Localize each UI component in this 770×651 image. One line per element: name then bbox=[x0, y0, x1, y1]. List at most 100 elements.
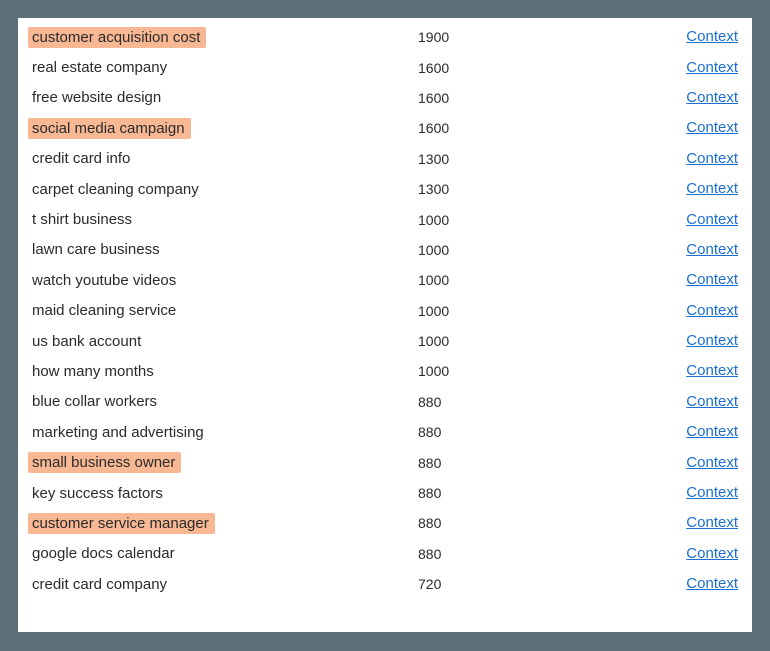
context-link[interactable]: Context bbox=[686, 332, 738, 349]
term-cell: us bank account bbox=[28, 331, 418, 352]
term-cell: lawn care business bbox=[28, 239, 418, 260]
context-cell: Context bbox=[538, 454, 738, 472]
context-link[interactable]: Context bbox=[686, 180, 738, 197]
count-cell: 880 bbox=[418, 485, 538, 501]
table-row: customer service manager880Context bbox=[18, 508, 752, 538]
count-cell: 1300 bbox=[418, 151, 538, 167]
context-cell: Context bbox=[538, 119, 738, 137]
context-link[interactable]: Context bbox=[686, 575, 738, 592]
term-cell: real estate company bbox=[28, 57, 418, 78]
term-cell: credit card info bbox=[28, 148, 418, 169]
term-text: lawn care business bbox=[28, 239, 166, 260]
table-row: social media campaign1600 Context bbox=[18, 113, 752, 143]
count-cell: 880 bbox=[418, 424, 538, 440]
context-link[interactable]: Context bbox=[686, 545, 738, 562]
count-cell: 880 bbox=[418, 394, 538, 410]
table-row: watch youtube videos 1000 Context bbox=[18, 265, 752, 295]
term-cell: carpet cleaning company bbox=[28, 179, 418, 200]
context-cell: Context bbox=[538, 575, 738, 593]
term-cell: blue collar workers bbox=[28, 391, 418, 412]
context-cell: Context bbox=[538, 332, 738, 350]
term-cell: customer acquisition cost bbox=[28, 27, 418, 48]
context-cell: Context bbox=[538, 362, 738, 380]
table-row: customer acquisition cost 1900 Context bbox=[18, 22, 752, 52]
context-cell: Context bbox=[538, 302, 738, 320]
context-cell: Context bbox=[538, 484, 738, 502]
term-cell: key success factors bbox=[28, 483, 418, 504]
context-cell: Context bbox=[538, 423, 738, 441]
context-link[interactable]: Context bbox=[686, 454, 738, 471]
count-cell: 1900 bbox=[418, 29, 538, 45]
term-cell: marketing and advertising bbox=[28, 422, 418, 443]
table-row: free website design1600Context bbox=[18, 83, 752, 113]
context-link[interactable]: Context bbox=[686, 271, 738, 288]
term-text: watch youtube videos bbox=[28, 270, 182, 291]
term-text: how many months bbox=[28, 361, 160, 382]
context-link[interactable]: Context bbox=[686, 211, 738, 228]
count-cell: 1000 bbox=[418, 272, 538, 288]
count-cell: 1000 bbox=[418, 363, 538, 379]
term-text: maid cleaning service bbox=[28, 300, 182, 321]
term-text: small business owner bbox=[28, 452, 181, 473]
context-link[interactable]: Context bbox=[686, 514, 738, 531]
count-cell: 1000 bbox=[418, 242, 538, 258]
context-cell: Context bbox=[538, 59, 738, 77]
table-row: maid cleaning service1000Context bbox=[18, 296, 752, 326]
count-cell: 880 bbox=[418, 546, 538, 562]
context-cell: Context bbox=[538, 180, 738, 198]
table-row: key success factors880 Context bbox=[18, 478, 752, 508]
context-cell: Context bbox=[538, 150, 738, 168]
term-cell: customer service manager bbox=[28, 513, 418, 534]
term-text: google docs calendar bbox=[28, 543, 181, 564]
table-row: credit card company 720 Context bbox=[18, 569, 752, 599]
table-row: carpet cleaning company1300Context bbox=[18, 174, 752, 204]
count-cell: 1000 bbox=[418, 212, 538, 228]
context-link[interactable]: Context bbox=[686, 59, 738, 76]
term-cell: social media campaign bbox=[28, 118, 418, 139]
term-cell: credit card company bbox=[28, 574, 418, 595]
context-link[interactable]: Context bbox=[686, 89, 738, 106]
table-row: lawn care business 1000 Context bbox=[18, 235, 752, 265]
table-row: how many months 1000 Context bbox=[18, 356, 752, 386]
term-cell: google docs calendar bbox=[28, 543, 418, 564]
term-cell: how many months bbox=[28, 361, 418, 382]
term-text: credit card info bbox=[28, 148, 136, 169]
term-cell: t shirt business bbox=[28, 209, 418, 230]
context-link[interactable]: Context bbox=[686, 302, 738, 319]
context-link[interactable]: Context bbox=[686, 393, 738, 410]
count-cell: 1000 bbox=[418, 333, 538, 349]
table-row: credit card info 1300 Context bbox=[18, 144, 752, 174]
context-cell: Context bbox=[538, 545, 738, 563]
context-link[interactable]: Context bbox=[686, 28, 738, 45]
term-text: customer acquisition cost bbox=[28, 27, 206, 48]
table-row: real estate company1600 Context bbox=[18, 52, 752, 82]
table-row: small business owner880Context bbox=[18, 447, 752, 477]
count-cell: 1600 bbox=[418, 60, 538, 76]
context-cell: Context bbox=[538, 89, 738, 107]
context-link[interactable]: Context bbox=[686, 150, 738, 167]
term-cell: maid cleaning service bbox=[28, 300, 418, 321]
context-cell: Context bbox=[538, 271, 738, 289]
term-text: credit card company bbox=[28, 574, 173, 595]
context-link[interactable]: Context bbox=[686, 484, 738, 501]
term-text: blue collar workers bbox=[28, 391, 163, 412]
context-link[interactable]: Context bbox=[686, 423, 738, 440]
context-cell: Context bbox=[538, 514, 738, 532]
table-row: marketing and advertising 880 Context bbox=[18, 417, 752, 447]
context-link[interactable]: Context bbox=[686, 362, 738, 379]
context-cell: Context bbox=[538, 241, 738, 259]
term-text: customer service manager bbox=[28, 513, 215, 534]
term-text: marketing and advertising bbox=[28, 422, 210, 443]
count-cell: 720 bbox=[418, 576, 538, 592]
context-cell: Context bbox=[538, 393, 738, 411]
count-cell: 1600 bbox=[418, 90, 538, 106]
table-row: blue collar workers 880 Context bbox=[18, 387, 752, 417]
context-cell: Context bbox=[538, 28, 738, 46]
context-link[interactable]: Context bbox=[686, 119, 738, 136]
term-text: t shirt business bbox=[28, 209, 138, 230]
count-cell: 1600 bbox=[418, 120, 538, 136]
term-cell: small business owner bbox=[28, 452, 418, 473]
context-link[interactable]: Context bbox=[686, 241, 738, 258]
context-cell: Context bbox=[538, 211, 738, 229]
table-row: us bank account1000 Context bbox=[18, 326, 752, 356]
